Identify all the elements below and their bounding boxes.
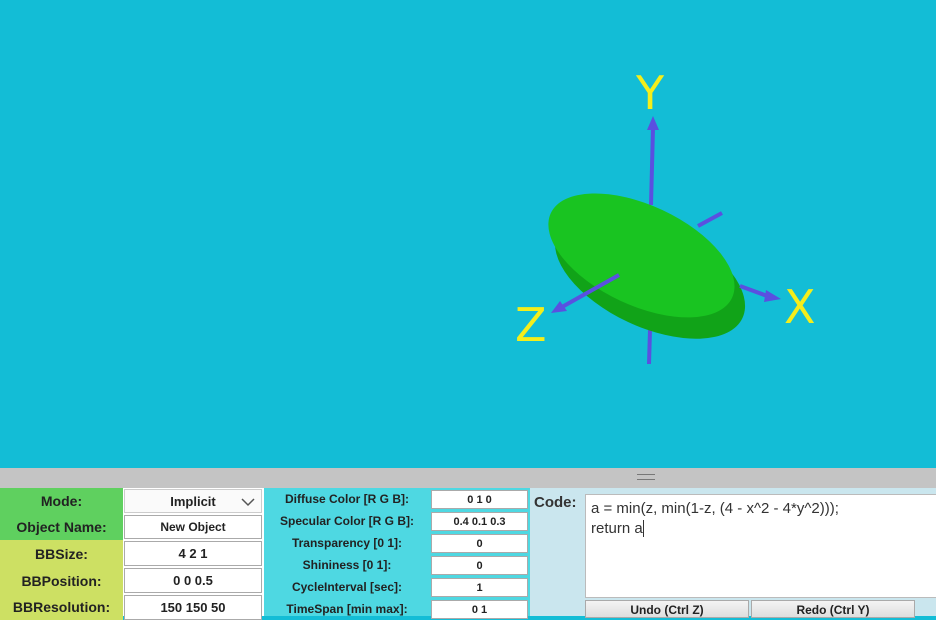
bbresolution-label: BBResolution: xyxy=(0,594,123,620)
cycle-interval-field[interactable]: 1 xyxy=(431,578,528,597)
code-line-2: return a xyxy=(591,520,644,537)
bbposition-field[interactable]: 0 0 0.5 xyxy=(124,568,262,593)
panel-splitter[interactable] xyxy=(0,468,936,488)
bbposition-label: BBPosition: xyxy=(0,567,123,594)
code-label: Code: xyxy=(534,494,577,511)
bbsize-field[interactable]: 4 2 1 xyxy=(124,541,262,566)
code-editor[interactable]: a = min(z, min(1-z, (4 - x^2 - 4*y^2)));… xyxy=(585,494,936,598)
transparency-field[interactable]: 0 xyxy=(431,534,528,553)
cycle-interval-label: CycleInterval [sec]: xyxy=(291,580,403,594)
time-span-field[interactable]: 0 1 xyxy=(431,600,528,619)
implicit-object xyxy=(548,193,746,339)
mode-label: Mode: xyxy=(0,488,123,514)
time-span-label: TimeSpan [min max]: xyxy=(286,602,408,616)
code-line-1: a = min(z, min(1-z, (4 - x^2 - 4*y^2))); xyxy=(591,500,839,517)
y-axis-lower xyxy=(647,329,652,365)
y-axis-label: Y xyxy=(636,66,665,120)
text-cursor xyxy=(642,520,644,537)
bbsize-label: BBSize: xyxy=(0,540,123,567)
specular-field[interactable]: 0.4 0.1 0.3 xyxy=(431,512,528,531)
z-axis-label: Z xyxy=(515,298,547,352)
scene-canvas xyxy=(548,116,781,365)
undo-button[interactable]: Undo (Ctrl Z) xyxy=(585,600,749,618)
mode-select-value: Implicit xyxy=(170,493,216,509)
redo-button[interactable]: Redo (Ctrl Y) xyxy=(751,600,915,618)
bbresolution-field[interactable]: 150 150 50 xyxy=(124,595,262,620)
x-axis-arrowhead xyxy=(764,290,781,302)
chevron-down-icon xyxy=(241,498,255,507)
shininess-label: Shininess [0 1]: xyxy=(302,558,392,572)
y-axis-upper xyxy=(649,127,655,206)
specular-label: Specular Color [R G B]: xyxy=(279,514,414,528)
x-axis-back xyxy=(697,211,723,228)
mode-select[interactable]: Implicit xyxy=(124,489,262,513)
x-axis-label: X xyxy=(784,280,816,334)
transparency-label: Transparency [0 1]: xyxy=(291,536,403,550)
material-settings: Diffuse Color [R G B]: 0 1 0 Specular Co… xyxy=(264,488,530,619)
splitter-grip-icon[interactable] xyxy=(637,474,655,480)
diffuse-field[interactable]: 0 1 0 xyxy=(431,490,528,509)
object-name-label: Object Name: xyxy=(0,514,123,540)
diffuse-label: Diffuse Color [R G B]: xyxy=(285,492,409,506)
3d-viewport[interactable]: Y X Z xyxy=(0,0,936,468)
object-name-field[interactable]: New Object xyxy=(124,515,262,539)
shininess-field[interactable]: 0 xyxy=(431,556,528,575)
